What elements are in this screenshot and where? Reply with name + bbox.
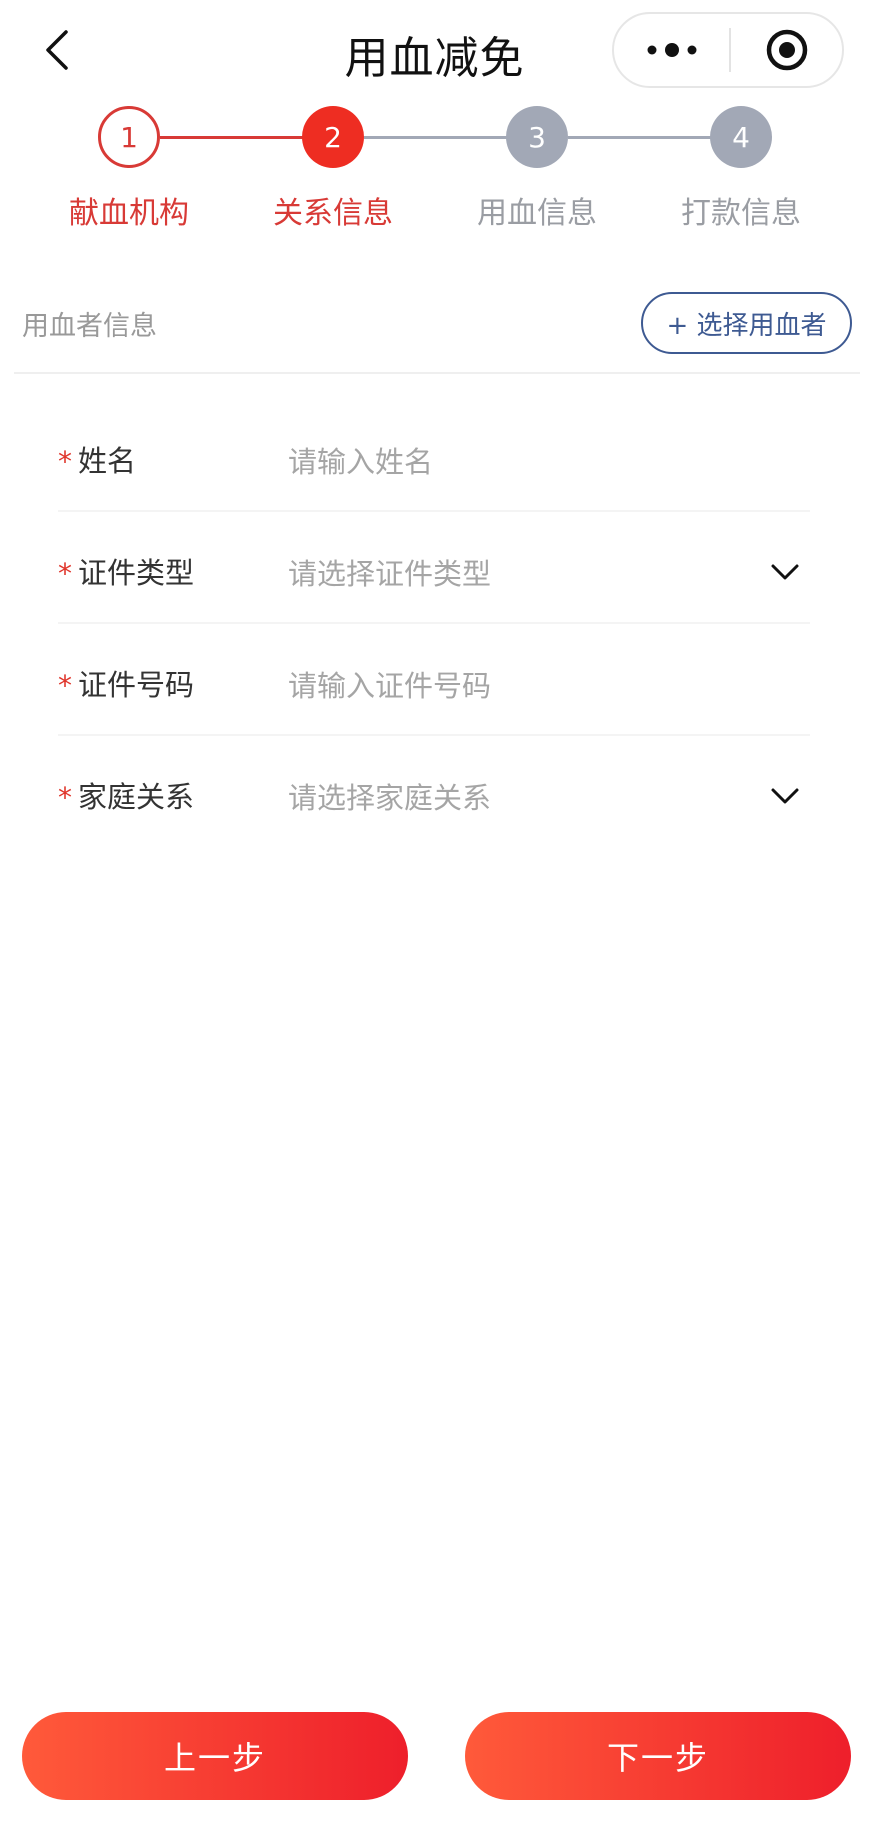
relation-select[interactable]: 请选择家庭关系 — [288, 764, 810, 828]
id-number-input[interactable] — [288, 666, 748, 706]
id-type-placeholder: 请选择证件类型 — [288, 557, 492, 591]
form-row-relation: * 家庭关系 请选择家庭关系 — [58, 736, 810, 848]
id-type-label-text: 证件类型 — [78, 556, 195, 590]
form-row-name: * 姓名 — [58, 400, 810, 512]
step-2-circle: 2 — [302, 106, 364, 168]
form-row-id-type: * 证件类型 请选择证件类型 — [58, 512, 810, 624]
id-type-select[interactable]: 请选择证件类型 — [288, 540, 810, 604]
target-close-icon — [766, 29, 807, 71]
more-button[interactable] — [614, 14, 729, 86]
mini-program-capsule — [612, 12, 844, 88]
relation-label: * 家庭关系 — [58, 774, 194, 816]
id-number-label-text: 证件号码 — [78, 668, 195, 702]
step-4-label: 打款信息 — [681, 196, 801, 231]
step-4[interactable]: 4 打款信息 — [641, 100, 841, 232]
required-mark: * — [58, 445, 72, 478]
name-label-text: 姓名 — [78, 444, 137, 478]
required-mark: * — [58, 781, 72, 814]
step-3[interactable]: 3 用血信息 — [437, 100, 637, 232]
id-number-label: * 证件号码 — [58, 662, 194, 704]
prev-step-button[interactable]: 上一步 — [22, 1712, 408, 1800]
step-1[interactable]: 1 献血机构 — [29, 100, 229, 232]
chevron-down-icon — [768, 779, 802, 813]
section-divider — [14, 372, 860, 374]
step-2-label: 关系信息 — [273, 196, 393, 231]
name-input[interactable] — [288, 442, 748, 482]
relation-form: *姓名 *证件类型 请选择证件类型 *证件号码 *家庭关系 请选择家庭关系 — [0, 400, 869, 848]
id-type-label: * 证件类型 — [58, 550, 194, 592]
required-mark: * — [58, 557, 72, 590]
step-1-circle: 1 — [98, 106, 160, 168]
select-blood-user-button[interactable]: + 选择用血者 — [641, 292, 852, 354]
chevron-down-icon — [768, 555, 802, 589]
relation-placeholder: 请选择家庭关系 — [288, 781, 492, 815]
step-1-label: 献血机构 — [69, 196, 189, 231]
bottom-action-bar: 上一步 下一步 — [0, 1712, 869, 1802]
nav-bar: 用血减免 — [0, 0, 869, 100]
relation-label-text: 家庭关系 — [78, 780, 195, 814]
step-3-label: 用血信息 — [477, 196, 597, 231]
step-2[interactable]: 2 关系信息 — [233, 100, 433, 232]
form-row-id-number: * 证件号码 — [58, 624, 810, 736]
close-mini-program-button[interactable] — [731, 14, 842, 86]
step-4-circle: 4 — [710, 106, 772, 168]
required-mark: * — [58, 669, 72, 702]
progress-stepper: 1 献血机构 2 关系信息 3 用血信息 4 打款信息 — [0, 100, 869, 250]
section-title: 用血者信息 — [22, 311, 157, 342]
name-label: * 姓名 — [58, 438, 136, 480]
step-3-circle: 3 — [506, 106, 568, 168]
more-dots-icon — [647, 43, 696, 57]
next-step-button[interactable]: 下一步 — [465, 1712, 851, 1800]
blood-user-section-header: 用血者信息 + 选择用血者 — [0, 286, 869, 374]
